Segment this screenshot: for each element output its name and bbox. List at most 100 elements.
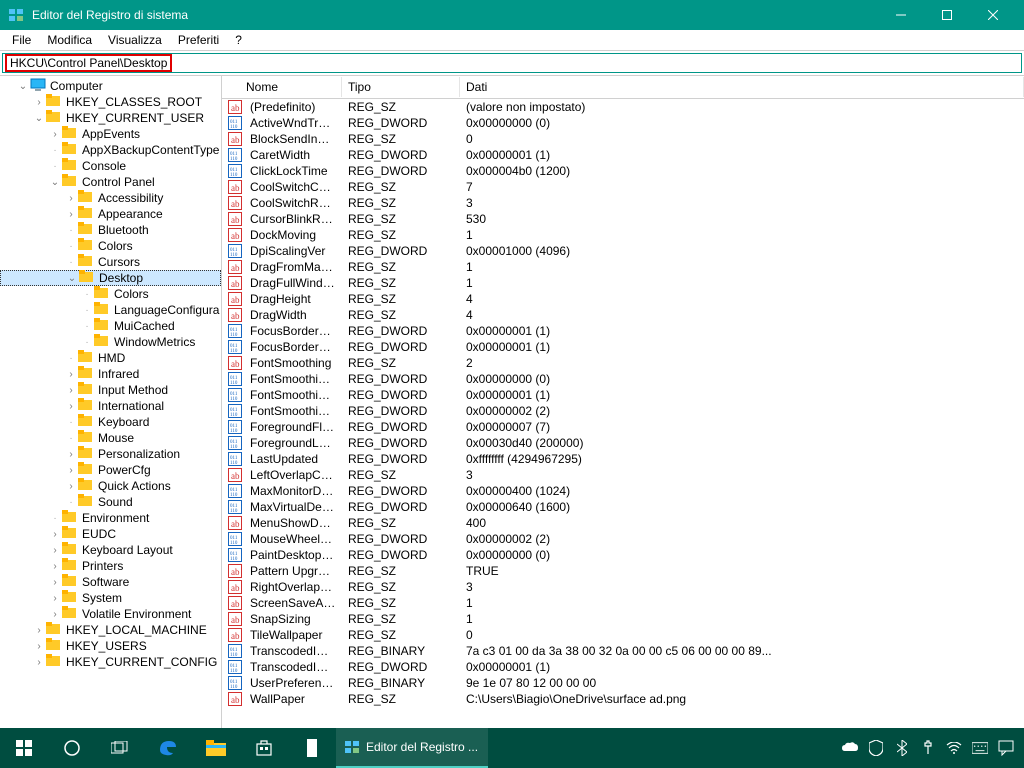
tree-node[interactable]: ›Personalization	[0, 446, 221, 462]
start-button[interactable]	[0, 728, 48, 768]
chevron-right-icon[interactable]: ›	[48, 529, 62, 540]
tree-node[interactable]: ›Quick Actions	[0, 478, 221, 494]
close-button[interactable]	[970, 0, 1016, 30]
chevron-right-icon[interactable]: ›	[64, 449, 78, 460]
menu-item[interactable]: ?	[227, 31, 250, 49]
tree-node[interactable]: ›Software	[0, 574, 221, 590]
address-bar[interactable]: HKCU\Control Panel\Desktop	[2, 53, 1022, 73]
menu-item[interactable]: Preferiti	[170, 31, 227, 49]
tree-node[interactable]: ⌄HKEY_CURRENT_USER	[0, 110, 221, 126]
chevron-right-icon[interactable]: ›	[64, 465, 78, 476]
tree-node[interactable]: ·Bluetooth	[0, 222, 221, 238]
tree-node[interactable]: ·Sound	[0, 494, 221, 510]
tree-node[interactable]: ›Infrared	[0, 366, 221, 382]
value-row[interactable]: 011110MaxMonitorDimen...REG_DWORD0x00000…	[222, 483, 1024, 499]
tree-node[interactable]: ·MuiCached	[0, 318, 221, 334]
value-row[interactable]: 011110CaretWidthREG_DWORD0x00000001 (1)	[222, 147, 1024, 163]
file-explorer-button[interactable]	[192, 728, 240, 768]
movies-button[interactable]	[288, 728, 336, 768]
tree-node[interactable]: ›Accessibility	[0, 190, 221, 206]
tree-node[interactable]: ›System	[0, 590, 221, 606]
tree-node[interactable]: ›International	[0, 398, 221, 414]
value-row[interactable]: 011110ActiveWndTrack...REG_DWORD0x000000…	[222, 115, 1024, 131]
value-row[interactable]: 011110DpiScalingVerREG_DWORD0x00001000 (…	[222, 243, 1024, 259]
value-row[interactable]: 011110TranscodedImage...REG_BINARY7a c3 …	[222, 643, 1024, 659]
tree-node[interactable]: ›EUDC	[0, 526, 221, 542]
value-row[interactable]: 011110ForegroundFlashC...REG_DWORD0x0000…	[222, 419, 1024, 435]
tree-node[interactable]: ·Colors	[0, 238, 221, 254]
tree-node[interactable]: ·AppXBackupContentType	[0, 142, 221, 158]
chevron-right-icon[interactable]: ›	[64, 193, 78, 204]
chevron-right-icon[interactable]: ›	[48, 561, 62, 572]
maximize-button[interactable]	[924, 0, 970, 30]
keyboard-icon[interactable]	[972, 740, 988, 756]
chevron-down-icon[interactable]: ⌄	[16, 81, 30, 92]
chevron-down-icon[interactable]: ⌄	[48, 177, 62, 188]
tree-node[interactable]: ·WindowMetrics	[0, 334, 221, 350]
value-row[interactable]: abRightOverlapCharsREG_SZ3	[222, 579, 1024, 595]
value-row[interactable]: abDragWidthREG_SZ4	[222, 307, 1024, 323]
chevron-right-icon[interactable]: ›	[32, 97, 46, 108]
value-row[interactable]: 011110UserPreferences...REG_BINARY9e 1e …	[222, 675, 1024, 691]
value-row[interactable]: 011110TranscodedImage...REG_DWORD0x00000…	[222, 659, 1024, 675]
minimize-button[interactable]	[878, 0, 924, 30]
chevron-right-icon[interactable]: ›	[64, 481, 78, 492]
value-row[interactable]: 011110ForegroundLockTi...REG_DWORD0x0003…	[222, 435, 1024, 451]
tree-node[interactable]: ⌄Desktop	[0, 270, 221, 286]
tree-node[interactable]: ›AppEvents	[0, 126, 221, 142]
store-button[interactable]	[240, 728, 288, 768]
bluetooth-icon[interactable]	[894, 740, 910, 756]
menu-item[interactable]: Visualizza	[100, 31, 170, 49]
chevron-right-icon[interactable]: ›	[48, 545, 62, 556]
chevron-right-icon[interactable]: ›	[48, 593, 62, 604]
chevron-right-icon[interactable]: ›	[48, 577, 62, 588]
value-row[interactable]: abScreenSaveActiveREG_SZ1	[222, 595, 1024, 611]
tree-node[interactable]: ·Colors	[0, 286, 221, 302]
value-row[interactable]: 011110FontSmoothingOri...REG_DWORD0x0000…	[222, 387, 1024, 403]
tree-node[interactable]: ·Environment	[0, 510, 221, 526]
chevron-right-icon[interactable]: ›	[64, 369, 78, 380]
chevron-right-icon[interactable]: ›	[64, 385, 78, 396]
wifi-icon[interactable]	[946, 740, 962, 756]
action-center-icon[interactable]	[998, 740, 1014, 756]
column-type[interactable]: Tipo	[342, 77, 460, 97]
value-row[interactable]: abBlockSendInputR...REG_SZ0	[222, 131, 1024, 147]
column-name[interactable]: Nome	[222, 77, 342, 97]
value-row[interactable]: 011110MouseWheelRout...REG_DWORD0x000000…	[222, 531, 1024, 547]
tree-node[interactable]: ›Volatile Environment	[0, 606, 221, 622]
taskbar-task-regedit[interactable]: Editor del Registro ...	[336, 728, 488, 768]
chevron-right-icon[interactable]: ›	[32, 641, 46, 652]
tree-node[interactable]: ›PowerCfg	[0, 462, 221, 478]
task-view-button[interactable]	[96, 728, 144, 768]
tree-node[interactable]: ›HKEY_USERS	[0, 638, 221, 654]
power-icon[interactable]	[920, 740, 936, 756]
chevron-right-icon[interactable]: ›	[64, 401, 78, 412]
menu-item[interactable]: File	[4, 31, 39, 49]
value-row[interactable]: abCursorBlinkRateREG_SZ530	[222, 211, 1024, 227]
tree-node[interactable]: ⌄Control Panel	[0, 174, 221, 190]
value-row[interactable]: 011110FontSmoothingTypeREG_DWORD0x000000…	[222, 403, 1024, 419]
tree-node[interactable]: ›HKEY_LOCAL_MACHINE	[0, 622, 221, 638]
value-row[interactable]: 011110MaxVirtualDeskto...REG_DWORD0x0000…	[222, 499, 1024, 515]
value-row[interactable]: abDragFullWindowsREG_SZ1	[222, 275, 1024, 291]
tree-node[interactable]: ⌄Computer	[0, 78, 221, 94]
chevron-down-icon[interactable]: ⌄	[65, 273, 79, 284]
value-row[interactable]: abMenuShowDelayREG_SZ400	[222, 515, 1024, 531]
tree-node[interactable]: ›Keyboard Layout	[0, 542, 221, 558]
chevron-right-icon[interactable]: ›	[48, 129, 62, 140]
tree-node[interactable]: ·Cursors	[0, 254, 221, 270]
list-pane[interactable]: Nome Tipo Dati ab(Predefinito)REG_SZ(val…	[222, 76, 1024, 728]
column-data[interactable]: Dati	[460, 77, 1024, 97]
edge-button[interactable]	[144, 728, 192, 768]
tree-node[interactable]: ›Input Method	[0, 382, 221, 398]
value-row[interactable]: ab(Predefinito)REG_SZ(valore non imposta…	[222, 99, 1024, 115]
value-row[interactable]: 011110FocusBorderHeightREG_DWORD0x000000…	[222, 323, 1024, 339]
tree-node[interactable]: ·Keyboard	[0, 414, 221, 430]
tree-node[interactable]: ·Mouse	[0, 430, 221, 446]
tree-node[interactable]: ›Printers	[0, 558, 221, 574]
value-row[interactable]: abCoolSwitchRowsREG_SZ3	[222, 195, 1024, 211]
tree-node[interactable]: ·LanguageConfigura	[0, 302, 221, 318]
tree-pane[interactable]: ⌄Computer›HKEY_CLASSES_ROOT⌄HKEY_CURRENT…	[0, 76, 222, 728]
menu-item[interactable]: Modifica	[39, 31, 100, 49]
value-row[interactable]: 011110LastUpdatedREG_DWORD0xffffffff (42…	[222, 451, 1024, 467]
